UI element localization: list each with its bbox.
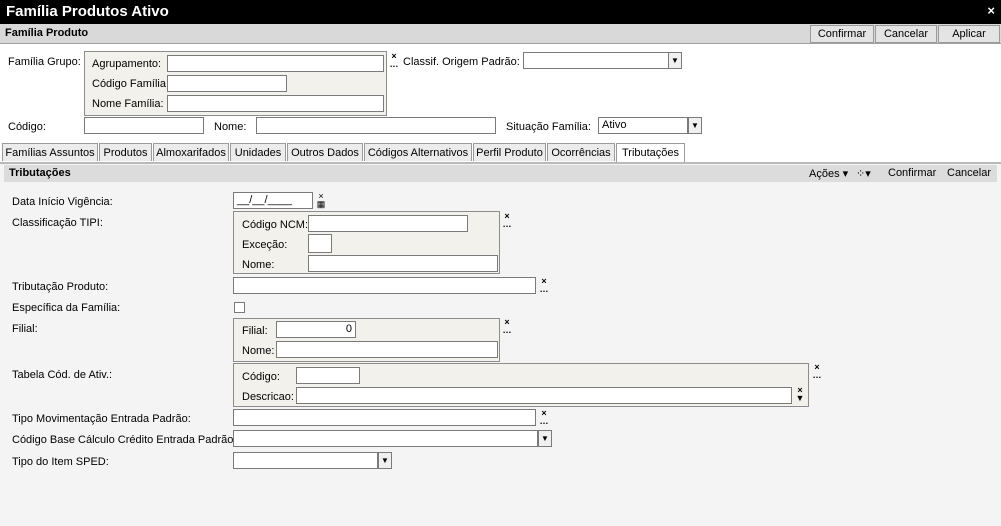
agrupamento-label: Agrupamento: bbox=[92, 58, 162, 70]
lookup-clear-icon[interactable]: ×… bbox=[388, 52, 400, 69]
classif-tipi-label: Classificação TIPI: bbox=[12, 217, 103, 229]
filial-nome-input[interactable] bbox=[276, 341, 498, 358]
tipi-nome-input[interactable] bbox=[308, 255, 498, 272]
especifica-label: Específica da Família: bbox=[12, 302, 121, 314]
lookup-clear-icon[interactable]: ×… bbox=[538, 277, 550, 294]
tabela-box: Código: Descricao: × ▼ bbox=[233, 363, 809, 407]
filial-nome-label: Nome: bbox=[242, 345, 275, 357]
filial-box: Filial: 0 Nome: bbox=[233, 318, 500, 362]
codigo-base-select[interactable] bbox=[233, 430, 538, 447]
confirm-button[interactable]: Confirmar bbox=[810, 25, 874, 43]
familia-grupo-label: Família Grupo: bbox=[8, 56, 81, 68]
tipo-item-select[interactable] bbox=[233, 452, 378, 469]
nome-familia-label: Nome Família: bbox=[92, 98, 164, 110]
tabela-descricao-input[interactable] bbox=[296, 387, 792, 404]
lookup-dropdown-icon[interactable]: × ▼ bbox=[794, 386, 806, 403]
acoes-menu[interactable]: Ações ▾ bbox=[809, 167, 848, 180]
tab-produtos[interactable]: Produtos bbox=[99, 143, 152, 161]
tributacoes-header: Tributações Ações ▾ ⁘▾ Confirmar Cancela… bbox=[4, 165, 997, 182]
tab-bar: Famílias Assuntos Produtos Almoxarifados… bbox=[0, 143, 1001, 162]
filial-inner-label: Filial: bbox=[242, 325, 268, 337]
excecao-label: Exceção: bbox=[242, 239, 288, 251]
chevron-down-icon[interactable]: ▼ bbox=[378, 452, 392, 469]
form-header: Família Produto Confirmar Cancelar Aplic… bbox=[0, 24, 1001, 44]
tabela-codigo-input[interactable] bbox=[296, 367, 360, 384]
familia-grupo-box: Agrupamento: Código Família: Nome Famíli… bbox=[84, 51, 387, 116]
codigo-ncm-label: Código NCM: bbox=[242, 219, 309, 231]
chevron-down-icon[interactable]: ▼ bbox=[538, 430, 552, 447]
tab-outros-dados[interactable]: Outros Dados bbox=[287, 143, 363, 161]
excecao-input[interactable] bbox=[308, 234, 332, 253]
classif-tipi-box: Código NCM: Exceção: Nome: bbox=[233, 211, 500, 274]
form-title: Família Produto bbox=[5, 27, 89, 39]
nome-label: Nome: bbox=[214, 121, 247, 133]
tab-almoxarifados[interactable]: Almoxarifados bbox=[153, 143, 229, 161]
tributacao-produto-input[interactable] bbox=[233, 277, 536, 294]
window-titlebar: Família Produtos Ativo × bbox=[0, 0, 1001, 24]
classif-origem-label: Classif. Origem Padrão: bbox=[403, 56, 520, 68]
lookup-clear-icon[interactable]: ×… bbox=[811, 363, 823, 380]
tab-tributacoes[interactable]: Tributações bbox=[616, 143, 685, 162]
codigo-familia-label: Código Família: bbox=[92, 78, 170, 90]
tipo-item-label: Tipo do Item SPED: bbox=[12, 456, 109, 468]
data-inicio-label: Data Início Vigência: bbox=[12, 196, 113, 208]
tipi-nome-label: Nome: bbox=[242, 259, 275, 271]
close-icon[interactable]: × bbox=[987, 3, 995, 18]
nome-input[interactable] bbox=[256, 117, 496, 134]
tab-familias-assuntos[interactable]: Famílias Assuntos bbox=[2, 143, 98, 161]
acoes-label: Ações bbox=[809, 168, 840, 180]
tab-codigos-alternativos[interactable]: Códigos Alternativos bbox=[364, 143, 472, 161]
tab-ocorrencias[interactable]: Ocorrências bbox=[547, 143, 615, 161]
tabela-codigo-label: Código: bbox=[242, 371, 280, 383]
filial-label: Filial: bbox=[12, 323, 38, 335]
especifica-checkbox[interactable] bbox=[234, 302, 245, 313]
tributacao-produto-label: Tributação Produto: bbox=[12, 281, 109, 293]
tabela-descricao-label: Descricao: bbox=[242, 391, 294, 403]
nome-familia-input[interactable] bbox=[167, 95, 384, 112]
lookup-clear-icon[interactable]: ×… bbox=[538, 409, 550, 426]
agrupamento-input[interactable] bbox=[167, 55, 384, 72]
tab-perfil-produto[interactable]: Perfil Produto bbox=[473, 143, 546, 161]
apply-button[interactable]: Aplicar bbox=[938, 25, 1000, 43]
tributacoes-title: Tributações bbox=[9, 167, 71, 179]
codigo-label: Código: bbox=[8, 121, 46, 133]
cancel-button[interactable]: Cancelar bbox=[875, 25, 937, 43]
codigo-ncm-input[interactable] bbox=[308, 215, 468, 232]
filial-input[interactable]: 0 bbox=[276, 321, 356, 338]
data-inicio-input[interactable]: __/__/____ bbox=[233, 192, 313, 209]
codigo-base-label: Código Base Cálculo Crédito Entrada Padr… bbox=[12, 434, 237, 446]
tipo-mov-label: Tipo Movimentação Entrada Padrão: bbox=[12, 413, 191, 425]
codigo-familia-input[interactable] bbox=[167, 75, 287, 92]
chevron-down-icon[interactable]: ▼ bbox=[688, 117, 702, 134]
chevron-down-icon[interactable]: ▼ bbox=[668, 52, 682, 69]
situacao-select[interactable]: Ativo bbox=[598, 117, 688, 134]
situacao-label: Situação Família: bbox=[506, 121, 591, 133]
lookup-clear-icon[interactable]: ×… bbox=[501, 212, 513, 229]
tipo-mov-input[interactable] bbox=[233, 409, 536, 426]
classif-origem-select[interactable] bbox=[523, 52, 669, 69]
cancel-tributacao-button[interactable]: Cancelar bbox=[947, 167, 991, 179]
calendar-icon[interactable]: × ▦ bbox=[314, 192, 328, 209]
confirm-tributacao-button[interactable]: Confirmar bbox=[888, 167, 936, 179]
tabela-label: Tabela Cód. de Ativ.: bbox=[12, 369, 113, 381]
tab-unidades[interactable]: Unidades bbox=[230, 143, 286, 161]
options-icon[interactable]: ⁘▾ bbox=[856, 167, 871, 180]
lookup-clear-icon[interactable]: ×… bbox=[501, 318, 513, 335]
codigo-input[interactable] bbox=[84, 117, 204, 134]
window-title: Família Produtos Ativo bbox=[6, 3, 169, 20]
